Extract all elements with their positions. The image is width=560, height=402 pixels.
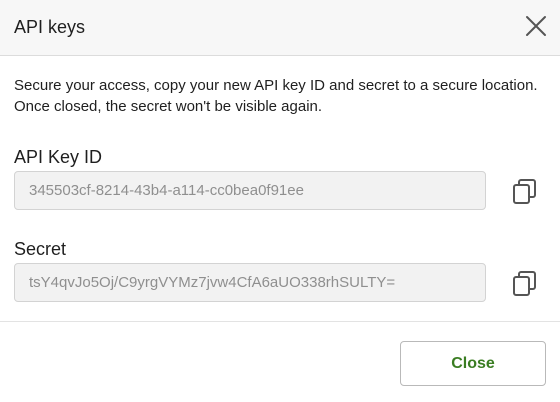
api-key-id-field[interactable] [14, 171, 486, 210]
api-keys-dialog: API keys Secure your access, copy your n… [0, 0, 560, 402]
dialog-header: API keys [0, 0, 560, 56]
dialog-description: Secure your access, copy your new API ke… [14, 77, 538, 115]
close-icon[interactable] [524, 14, 548, 38]
dialog-title: API keys [14, 17, 86, 37]
close-button[interactable]: Close [400, 341, 546, 386]
secret-field[interactable] [14, 263, 486, 302]
secret-label: Secret [14, 239, 67, 259]
copy-icon[interactable] [512, 270, 538, 298]
copy-icon[interactable] [512, 178, 538, 206]
footer-divider [0, 321, 560, 322]
api-key-id-label: API Key ID [14, 147, 103, 167]
